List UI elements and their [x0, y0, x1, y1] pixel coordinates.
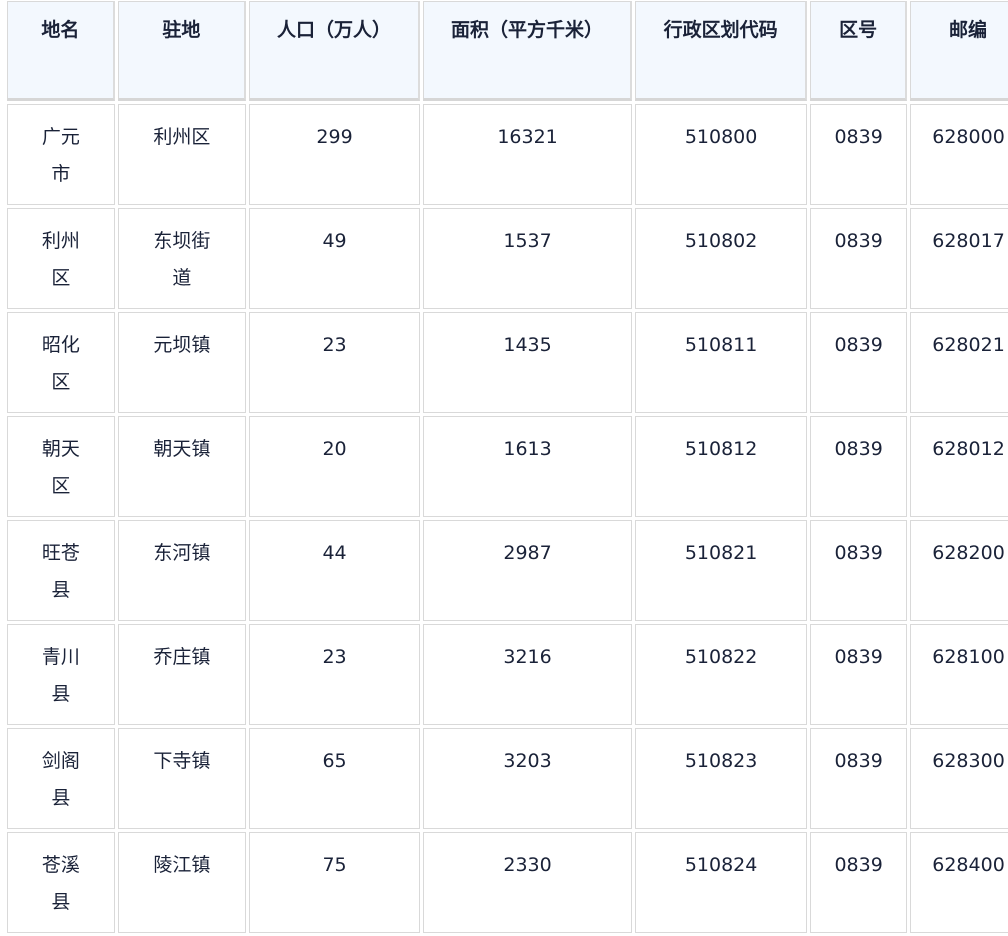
table-row: 昭化区 元坝镇 23 1435 510811 0839 628021 — [7, 312, 1008, 413]
cell-area-code: 0839 — [810, 832, 908, 933]
cell-area-code: 0839 — [810, 624, 908, 725]
cell-population: 75 — [248, 832, 421, 933]
cell-division-code: 510821 — [634, 520, 808, 621]
header-name: 地名 — [7, 1, 115, 101]
header-area-code: 区号 — [810, 1, 908, 101]
cell-area-code: 0839 — [810, 208, 908, 309]
cell-area: 3216 — [423, 624, 632, 725]
cell-population: 44 — [248, 520, 421, 621]
cell-seat: 下寺镇 — [117, 728, 246, 829]
cell-area-code: 0839 — [810, 416, 908, 517]
cell-area-code: 0839 — [810, 104, 908, 205]
header-population: 人口（万人） — [248, 1, 421, 101]
cell-postcode: 628400 — [910, 832, 1008, 933]
cell-postcode: 628021 — [910, 312, 1008, 413]
cell-name: 旺苍县 — [7, 520, 115, 621]
cell-area-code: 0839 — [810, 312, 908, 413]
table-row: 剑阁县 下寺镇 65 3203 510823 0839 628300 — [7, 728, 1008, 829]
table-row: 青川县 乔庄镇 23 3216 510822 0839 628100 — [7, 624, 1008, 725]
cell-area-code: 0839 — [810, 728, 908, 829]
cell-seat: 东坝街道 — [117, 208, 246, 309]
cell-area: 1613 — [423, 416, 632, 517]
cell-area: 3203 — [423, 728, 632, 829]
cell-population: 23 — [248, 312, 421, 413]
header-row: 地名 驻地 人口（万人） 面积（平方千米） 行政区划代码 区号 邮编 — [7, 1, 1008, 101]
cell-postcode: 628017 — [910, 208, 1008, 309]
cell-name: 青川县 — [7, 624, 115, 725]
table-row: 广元市 利州区 299 16321 510800 0839 628000 — [7, 104, 1008, 205]
table-row: 苍溪县 陵江镇 75 2330 510824 0839 628400 — [7, 832, 1008, 933]
cell-postcode: 628100 — [910, 624, 1008, 725]
cell-population: 65 — [248, 728, 421, 829]
cell-name: 广元市 — [7, 104, 115, 205]
table-row: 旺苍县 东河镇 44 2987 510821 0839 628200 — [7, 520, 1008, 621]
cell-seat: 乔庄镇 — [117, 624, 246, 725]
cell-division-code: 510824 — [634, 832, 808, 933]
cell-division-code: 510812 — [634, 416, 808, 517]
cell-area: 2987 — [423, 520, 632, 621]
cell-area-code: 0839 — [810, 520, 908, 621]
cell-area: 1537 — [423, 208, 632, 309]
cell-division-code: 510811 — [634, 312, 808, 413]
header-area: 面积（平方千米） — [423, 1, 632, 101]
cell-area: 2330 — [423, 832, 632, 933]
cell-name: 利州区 — [7, 208, 115, 309]
cell-seat: 元坝镇 — [117, 312, 246, 413]
header-postcode: 邮编 — [910, 1, 1008, 101]
cell-seat: 朝天镇 — [117, 416, 246, 517]
cell-area: 16321 — [423, 104, 632, 205]
cell-division-code: 510823 — [634, 728, 808, 829]
cell-postcode: 628200 — [910, 520, 1008, 621]
table-container: 地名 驻地 人口（万人） 面积（平方千米） 行政区划代码 区号 邮编 广元市 利… — [4, 0, 1008, 936]
cell-division-code: 510800 — [634, 104, 808, 205]
cell-seat: 陵江镇 — [117, 832, 246, 933]
cell-name: 昭化区 — [7, 312, 115, 413]
table-row: 利州区 东坝街道 49 1537 510802 0839 628017 — [7, 208, 1008, 309]
cell-name: 剑阁县 — [7, 728, 115, 829]
cell-area: 1435 — [423, 312, 632, 413]
cell-division-code: 510822 — [634, 624, 808, 725]
cell-postcode: 628012 — [910, 416, 1008, 517]
cell-population: 20 — [248, 416, 421, 517]
cell-name: 朝天区 — [7, 416, 115, 517]
cell-postcode: 628000 — [910, 104, 1008, 205]
table-row: 朝天区 朝天镇 20 1613 510812 0839 628012 — [7, 416, 1008, 517]
cell-name: 苍溪县 — [7, 832, 115, 933]
cell-seat: 利州区 — [117, 104, 246, 205]
cell-population: 299 — [248, 104, 421, 205]
cell-division-code: 510802 — [634, 208, 808, 309]
cell-population: 23 — [248, 624, 421, 725]
cell-population: 49 — [248, 208, 421, 309]
header-seat: 驻地 — [117, 1, 246, 101]
admin-divisions-table: 地名 驻地 人口（万人） 面积（平方千米） 行政区划代码 区号 邮编 广元市 利… — [4, 0, 1008, 936]
cell-postcode: 628300 — [910, 728, 1008, 829]
cell-seat: 东河镇 — [117, 520, 246, 621]
header-division-code: 行政区划代码 — [634, 1, 808, 101]
